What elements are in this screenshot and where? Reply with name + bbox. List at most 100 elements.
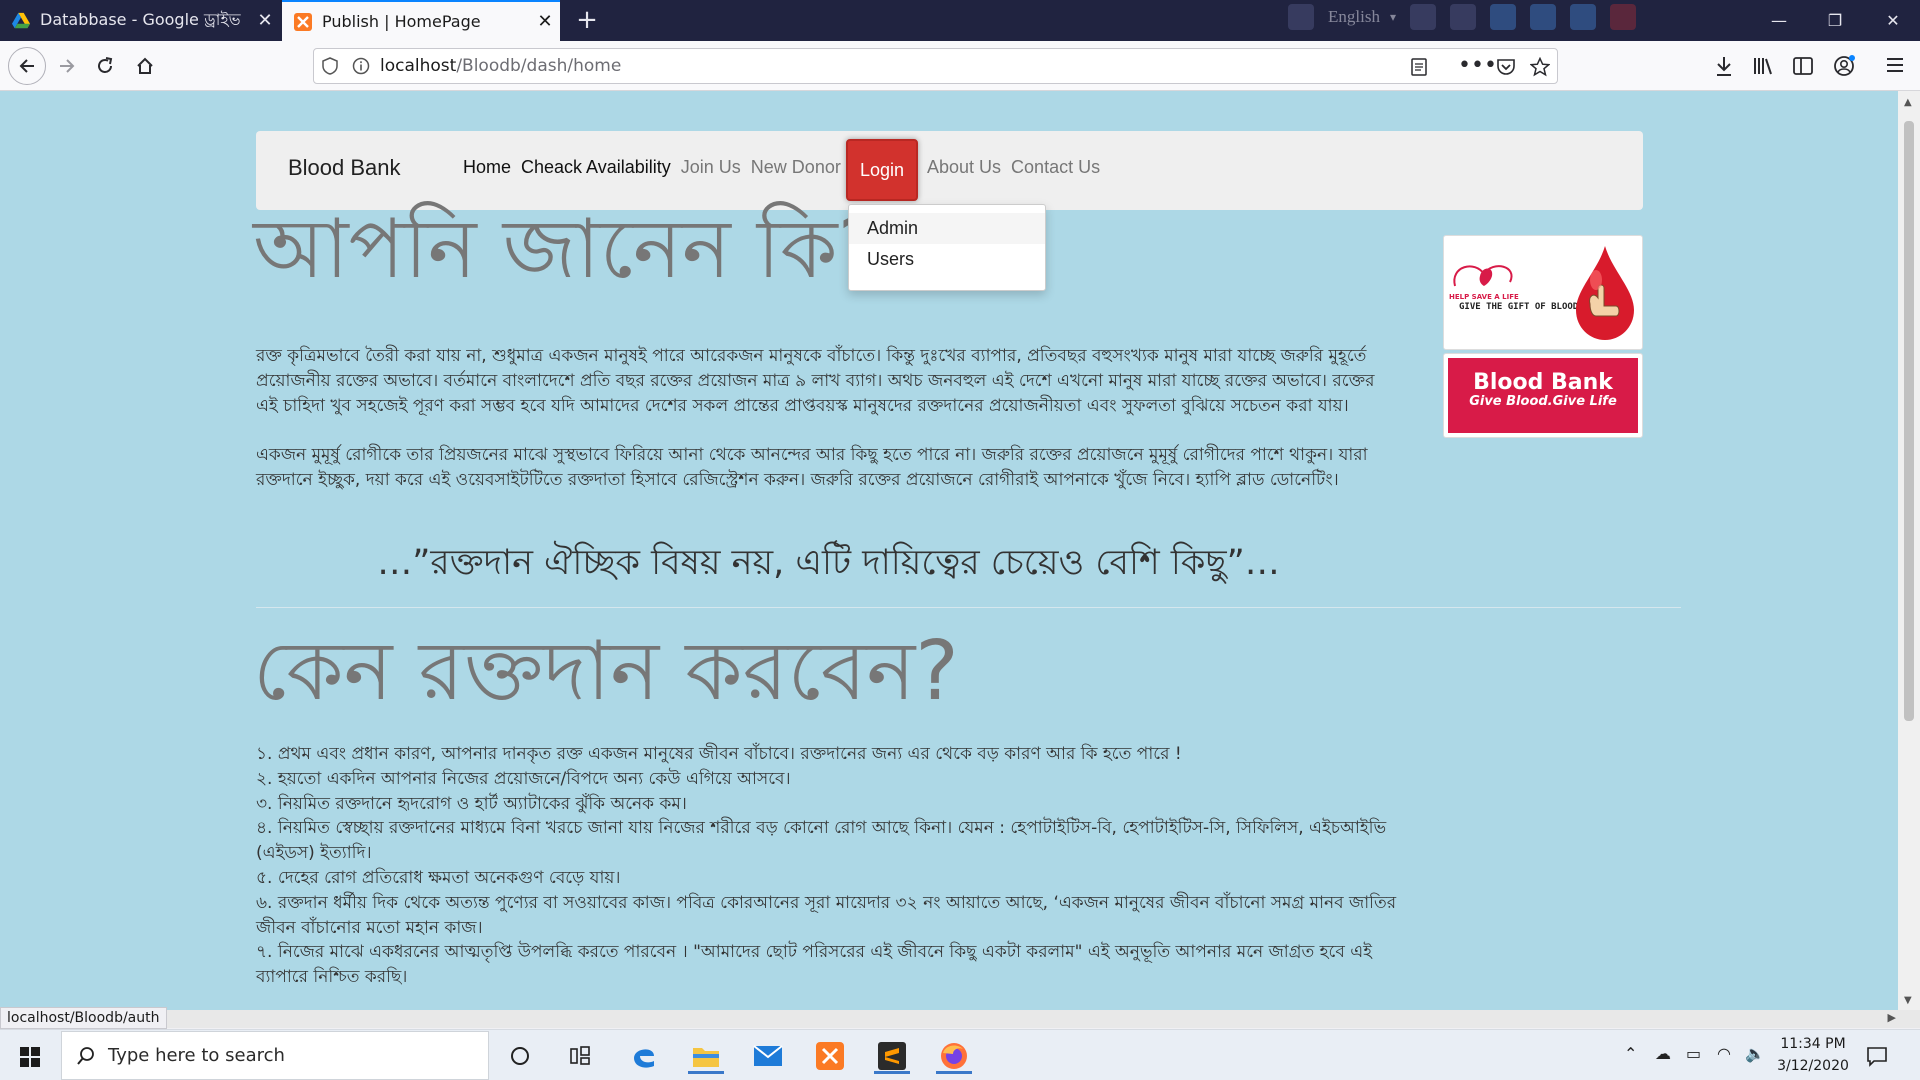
close-icon[interactable]: ✕ <box>530 11 560 32</box>
task-view-icon[interactable] <box>562 1038 598 1074</box>
onedrive-cloud-icon[interactable]: ☁ <box>1655 1044 1671 1063</box>
scroll-right-icon[interactable]: ▶ <box>1888 1011 1896 1024</box>
sublime-text-icon[interactable] <box>874 1038 910 1074</box>
edge-browser-icon[interactable] <box>626 1038 662 1074</box>
reload-icon[interactable] <box>88 49 122 83</box>
page-actions-menu-icon[interactable]: ••• <box>1458 53 1497 78</box>
login-dropdown-menu: Admin Users <box>848 204 1046 291</box>
ad-tagline: HELP SAVE A LIFE <box>1449 293 1519 301</box>
minimize-window-icon[interactable]: — <box>1756 0 1802 41</box>
status-link-preview: localhost/Bloodb/auth <box>0 1007 167 1029</box>
nav-contact-us[interactable]: Contact Us <box>1011 157 1100 178</box>
language-select[interactable]: English ▾ <box>1328 7 1396 27</box>
list-item: ৭. নিজের মাঝে একধরনের আত্মতৃপ্তি উপলব্ধি… <box>256 942 1373 988</box>
cortana-icon[interactable] <box>502 1038 538 1074</box>
heart-ribbon-icon <box>1453 265 1513 287</box>
tab-google-drive[interactable]: Databbase - Google ড্রাইভ ✕ <box>0 0 280 41</box>
scroll-down-icon[interactable]: ▼ <box>1904 995 1912 1006</box>
language-label: English <box>1328 7 1380 26</box>
sidebar-ads: HELP SAVE A LIFE GIVE THE GIFT OF BLOOD … <box>1443 235 1643 438</box>
give-blood-ad[interactable]: HELP SAVE A LIFE GIVE THE GIFT OF BLOOD <box>1443 235 1643 350</box>
windows-start-icon[interactable] <box>10 1042 50 1072</box>
windows-taskbar: Type here to search ⌃ ☁ ▭ ◠ 🔈 11:34 PM 3… <box>0 1029 1920 1080</box>
reasons-list: ১. প্রথম এবং প্রধান কারণ, আপনার দানকৃত র… <box>256 742 1401 990</box>
site-navbar: Blood Bank Home Cheack Availability Join… <box>256 131 1643 210</box>
mail-icon[interactable] <box>750 1038 786 1074</box>
active-indicator <box>688 1071 724 1074</box>
restore-window-icon[interactable]: ❐ <box>1812 0 1858 41</box>
dropdown-item-users[interactable]: Users <box>849 244 1045 275</box>
blood-drop-mascot-icon <box>1576 246 1634 340</box>
sidebar-icon[interactable] <box>1792 55 1814 77</box>
hamburger-menu-icon[interactable] <box>1886 56 1904 74</box>
dropdown-item-admin[interactable]: Admin <box>849 213 1045 244</box>
ad-headline: GIVE THE GIFT OF BLOOD <box>1459 302 1579 312</box>
vertical-scrollbar[interactable]: ▲ ▼ <box>1898 91 1920 1010</box>
nav-check-availability[interactable]: Cheack Availability <box>521 157 671 178</box>
notification-center-icon[interactable] <box>1866 1045 1888 1067</box>
close-extension-icon[interactable] <box>1609 4 1636 30</box>
site-menu-right: About Us Contact Us <box>927 157 1110 178</box>
reader-view-icon[interactable] <box>1410 58 1428 76</box>
active-indicator <box>874 1071 910 1074</box>
help-icon[interactable] <box>1569 4 1596 30</box>
url-path: /Bloodb/dash/home <box>456 56 622 76</box>
search-placeholder: Type here to search <box>108 1045 285 1066</box>
forward-arrow-icon[interactable] <box>50 49 84 83</box>
bookmark-star-icon[interactable] <box>1530 57 1550 77</box>
system-clock[interactable]: 11:34 PM 3/12/2020 <box>1758 1033 1868 1077</box>
search-icon <box>77 1046 94 1065</box>
tab-label: Publish | HomePage <box>322 12 481 31</box>
scrollbar-thumb[interactable] <box>1904 121 1914 721</box>
extension-icon[interactable] <box>1288 4 1314 30</box>
close-icon[interactable]: ✕ <box>250 10 280 31</box>
extension-icon[interactable] <box>1409 4 1436 30</box>
login-dropdown-button[interactable]: Login <box>846 139 918 201</box>
tab-publish-homepage[interactable]: Publish | HomePage ✕ <box>282 0 560 41</box>
blood-bank-banner: Blood Bank Give Blood.Give Life <box>1448 358 1638 433</box>
site-brand[interactable]: Blood Bank <box>288 155 401 181</box>
wifi-icon[interactable]: ◠ <box>1717 1044 1731 1063</box>
taskbar-search-box[interactable]: Type here to search <box>61 1031 489 1080</box>
extension-icon[interactable] <box>1529 4 1556 30</box>
page-viewport: Blood Bank Home Cheack Availability Join… <box>0 91 1898 1010</box>
horizontal-scrollbar[interactable]: ▶ <box>160 1010 1920 1028</box>
extension-icon[interactable] <box>1449 4 1476 30</box>
close-window-icon[interactable]: ✕ <box>1870 0 1916 41</box>
firefox-icon[interactable] <box>936 1038 972 1074</box>
file-explorer-icon[interactable] <box>688 1038 724 1074</box>
browser-navigation-bar: localhost/Bloodb/dash/home ••• <box>0 41 1920 91</box>
heading-why-donate: কেন রক্তদান করবেন? <box>253 624 959 719</box>
xampp-control-icon[interactable] <box>812 1038 848 1074</box>
nav-join-us[interactable]: Join Us <box>681 157 741 178</box>
back-arrow-icon[interactable] <box>8 47 46 85</box>
account-icon[interactable] <box>1832 54 1856 78</box>
blood-bank-ad[interactable]: Blood Bank Give Blood.Give Life <box>1443 353 1643 438</box>
list-item: ২. হয়তো একদিন আপনার নিজের প্রয়োজনে/বিপ… <box>256 768 791 789</box>
new-tab-plus-icon[interactable]: + <box>572 6 602 36</box>
pocket-icon[interactable] <box>1496 58 1516 76</box>
battery-icon[interactable]: ▭ <box>1686 1044 1701 1063</box>
blood-donation-quote: …”রক্তদান ঐচ্ছিক বিষয় নয়, এটি দায়িত্ব… <box>377 543 1280 583</box>
url-bar[interactable]: localhost/Bloodb/dash/home ••• <box>313 48 1558 84</box>
site-menu: Home Cheack Availability Join Us New Don… <box>463 157 851 178</box>
shield-icon[interactable] <box>322 57 338 75</box>
chevron-up-icon[interactable]: ⌃ <box>1624 1044 1637 1063</box>
library-icon[interactable] <box>1752 55 1774 77</box>
tab-label: Databbase - Google ড্রাইভ <box>40 10 241 29</box>
nav-about-us[interactable]: About Us <box>927 157 1001 178</box>
clock-time: 11:34 PM <box>1780 1036 1846 1052</box>
info-icon[interactable] <box>352 57 370 75</box>
section-divider <box>256 607 1681 608</box>
download-icon[interactable] <box>1714 55 1734 77</box>
url-host: localhost <box>380 56 457 76</box>
nav-home[interactable]: Home <box>463 157 511 178</box>
settings-gear-icon[interactable] <box>1489 4 1516 30</box>
home-icon[interactable] <box>128 49 162 83</box>
chevron-down-icon: ▾ <box>1389 9 1396 24</box>
browser-tab-strip: Databbase - Google ড্রাইভ ✕ Publish | Ho… <box>0 0 1920 41</box>
nav-new-donor[interactable]: New Donor <box>751 157 841 178</box>
banner-subtitle: Give Blood.Give Life <box>1469 394 1617 409</box>
scroll-up-icon[interactable]: ▲ <box>1904 97 1912 108</box>
list-item: ৪. নিয়মিত স্বেচ্ছায় রক্তদানের মাধ্যমে … <box>256 818 1387 864</box>
